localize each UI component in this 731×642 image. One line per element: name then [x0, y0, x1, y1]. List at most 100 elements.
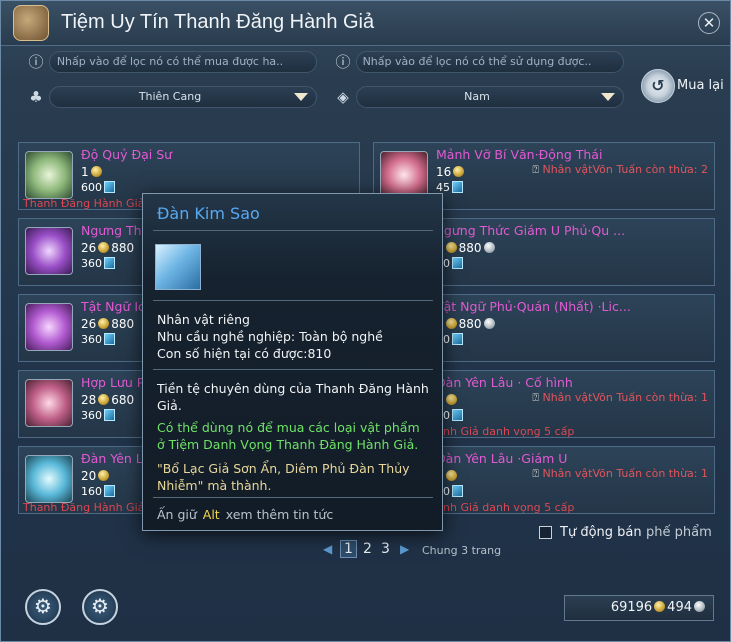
tooltip-description: Tiền tệ chuyên dùng của Thanh Đăng Hành … [157, 381, 429, 413]
usable-filter-dropdown[interactable]: Nhấp vào để lọc nó có thể sử dụng được.. [356, 51, 624, 73]
item-token-value: 360 [81, 257, 102, 270]
chevron-left-icon[interactable]: ◀ [323, 542, 332, 556]
buyback-label[interactable]: Mua lại [677, 78, 724, 93]
item-requirement-text: Nhân vậtVõn Tuấn còn thừa: 1 [542, 391, 708, 404]
tooltip-usage: Có thể dùng nó để mua các loại vật phẩm … [157, 420, 420, 452]
silver-coin-icon [483, 318, 495, 329]
gender-selected: Nam [464, 90, 490, 103]
category-icon: ♣ [29, 88, 43, 106]
item-thumbnail [25, 303, 73, 351]
token-icon [452, 181, 463, 193]
item-token-price: 360 [81, 333, 115, 346]
token-icon [104, 333, 115, 345]
item-tooltip: Đàn Kim Sao Nhân vật riêng Nhu cầu nghề … [142, 193, 443, 531]
tooltip-hint-key: Alt [202, 507, 220, 522]
currency-display: 69196 494 [564, 595, 714, 621]
shop-window: Tiệm Uy Tín Thanh Đăng Hành Giả ✕ ⓘ Nhấp… [0, 0, 731, 642]
usable-filter-text: Nhấp vào để lọc nó có thể sử dụng được.. [362, 55, 592, 68]
item-condition: Thanh Đăng Hành Giả [23, 501, 145, 514]
token-icon [452, 257, 463, 269]
autosell-checkbox[interactable] [539, 526, 552, 539]
chevron-down-icon [294, 93, 308, 101]
item-price-silver: 880 [458, 241, 482, 255]
item-price: 6880 [436, 317, 497, 331]
close-icon[interactable]: ✕ [698, 12, 720, 34]
token-icon [104, 257, 115, 269]
buyable-filter-dropdown[interactable]: Nhấp vào để lọc nó có thể mua được ha.. [49, 51, 317, 73]
buyable-filter-text: Nhấp vào để lọc nó có thể mua được ha.. [56, 55, 284, 68]
item-thumbnail [25, 455, 73, 503]
tooltip-attr-count: Con số hiện tại có được:810 [157, 346, 332, 361]
tooltip-hint-before: Ấn giữ [157, 507, 197, 522]
page-3[interactable]: 3 [381, 541, 390, 557]
item-name: Mảnh Vỡ Bí Văn·Động Thái [436, 147, 603, 162]
item-price: 20 [81, 469, 111, 483]
chevron-down-icon [601, 93, 615, 101]
gold-coin-icon [98, 394, 110, 405]
item-requirement: ⍰ Nhân vậtVõn Tuấn còn thừa: 2 [532, 163, 708, 177]
item-token-price: 160 [81, 485, 115, 498]
gold-coin-icon [98, 470, 110, 481]
item-thumbnail [380, 151, 428, 199]
page-2[interactable]: 2 [363, 541, 372, 557]
gold-coin-icon [98, 242, 110, 253]
gold-coin-icon [654, 601, 666, 612]
divider [153, 497, 433, 498]
divider [153, 300, 433, 301]
divider [153, 230, 433, 231]
item-token-price: 360 [81, 257, 115, 270]
item-condition: Thanh Đăng Hành Giả [23, 197, 145, 210]
item-price-value: 1 [81, 165, 89, 179]
autosell-label[interactable]: Tự động bán [560, 525, 642, 540]
item-price-value: 20 [81, 469, 97, 483]
question-icon: ⍰ [532, 391, 543, 404]
gold-coin-icon [90, 166, 102, 177]
tooltip-hint: Ấn giữ Alt xem thêm tin tức [157, 507, 333, 522]
item-price-gold: 26 [81, 317, 97, 331]
item-price-gold: 26 [81, 241, 97, 255]
item-name: Ngưng Th [81, 223, 142, 238]
item-requirement-text: Nhân vậtVõn Tuấn còn thừa: 1 [542, 467, 708, 480]
tooltip-item-icon [155, 244, 201, 290]
item-requirement-text: Nhân vậtVõn Tuấn còn thừa: 2 [542, 163, 708, 176]
item-token-price: 600 [81, 181, 115, 194]
tooltip-quote: "Bổ Lạc Giả Sơn Ẩn, Diêm Phủ Đàn Thủy Nh… [157, 461, 410, 493]
divider [153, 369, 433, 370]
gold-coin-icon [445, 394, 457, 405]
page-1[interactable]: 1 [340, 540, 357, 558]
item-requirement: ⍰ Nhân vậtVõn Tuấn còn thừa: 1 [532, 467, 708, 481]
category-dropdown[interactable]: Thiên Cang [49, 86, 317, 108]
diamond-icon: ◈ [337, 88, 349, 106]
item-token-value: 160 [81, 485, 102, 498]
item-name: Tật Ngữ Phủ·Quán (Nhất) ·Lic... [436, 299, 631, 314]
chevron-right-icon[interactable]: ▶ [400, 542, 409, 556]
item-condition: Hành Giả danh vọng 5 cấp [428, 425, 575, 438]
item-price-gold: 28 [81, 393, 97, 407]
exclamation-icon: ⓘ [28, 53, 44, 71]
silver-coin-icon [694, 601, 705, 612]
item-price-silver: 680 [111, 393, 135, 407]
tooltip-attr-profession: Nhu cầu nghề nghiệp: Toàn bộ nghề [157, 329, 383, 344]
item-price: 1 [81, 165, 104, 179]
silver-amount: 494 [667, 600, 692, 615]
logo-icon [13, 5, 49, 41]
silver-coin-icon [483, 242, 495, 253]
item-token-value: 360 [81, 409, 102, 422]
token-icon [452, 333, 463, 345]
item-price-silver: 880 [111, 317, 135, 331]
category-selected: Thiên Cang [138, 90, 202, 103]
tooltip-hint-after: xem thêm tin tức [225, 507, 334, 522]
item-price: 6880 [436, 241, 497, 255]
item-thumbnail [25, 227, 73, 275]
gender-dropdown[interactable]: Nam [356, 86, 624, 108]
gear-icon[interactable]: ⚙ [25, 589, 61, 625]
gear-icon[interactable]: ⚙ [82, 589, 118, 625]
item-price: 26 880 [81, 241, 134, 255]
token-icon [104, 485, 115, 497]
buyback-icon[interactable]: ↺ [641, 69, 675, 103]
gold-coin-icon [445, 318, 457, 329]
item-name: ngưng Thức Giám U Phủ·Qu ... [436, 223, 626, 238]
item-token-value: 600 [81, 181, 102, 194]
gold-coin-icon [445, 470, 457, 481]
tooltip-title: Đàn Kim Sao [157, 204, 260, 223]
